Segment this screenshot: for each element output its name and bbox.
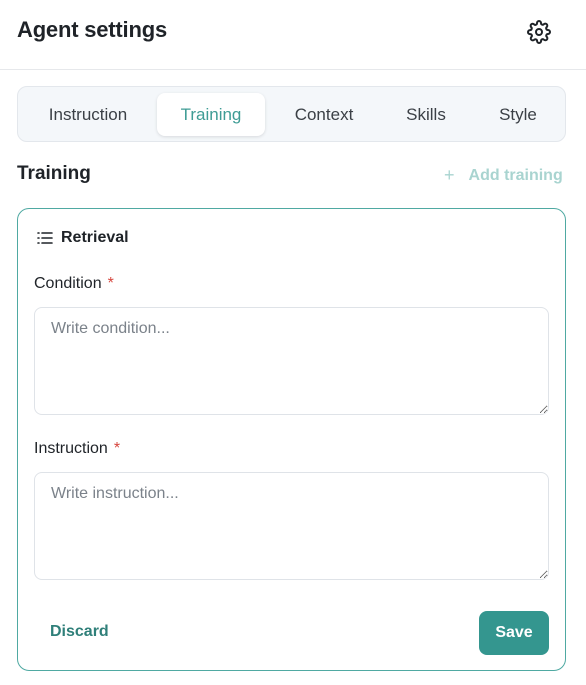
tab-skills[interactable]: Skills — [388, 93, 464, 136]
discard-button[interactable]: Discard — [50, 623, 109, 641]
list-icon — [37, 232, 53, 244]
gear-icon[interactable] — [527, 20, 551, 44]
card-title: Retrieval — [61, 229, 129, 246]
instruction-field[interactable] — [34, 472, 549, 580]
card-header: Retrieval — [37, 229, 129, 247]
tab-context[interactable]: Context — [275, 93, 373, 136]
training-card: Retrieval Condition * Instruction * Discar… — [17, 208, 566, 671]
tab-training[interactable]: Training — [157, 93, 265, 136]
tab-style[interactable]: Style — [478, 93, 558, 136]
instruction-label: Instruction * — [34, 440, 120, 458]
page-title: Agent settings — [17, 17, 167, 42]
condition-field[interactable] — [34, 307, 549, 415]
save-button[interactable]: Save — [479, 611, 549, 655]
required-mark: * — [113, 440, 121, 457]
settings-tabs: Instruction Training Context Skills Styl… — [17, 86, 566, 142]
tab-instruction[interactable]: Instruction — [28, 93, 148, 136]
section-title: Training — [17, 163, 91, 184]
condition-label-text: Condition — [34, 275, 102, 292]
required-mark: * — [107, 275, 114, 292]
add-training-label: Add training — [468, 166, 563, 184]
plus-icon: + — [444, 165, 455, 185]
instruction-label-text: Instruction — [34, 440, 108, 457]
condition-label: Condition * — [34, 275, 114, 293]
header-bar: Agent settings — [0, 0, 586, 70]
add-training-button[interactable]: + Add training — [444, 165, 563, 186]
